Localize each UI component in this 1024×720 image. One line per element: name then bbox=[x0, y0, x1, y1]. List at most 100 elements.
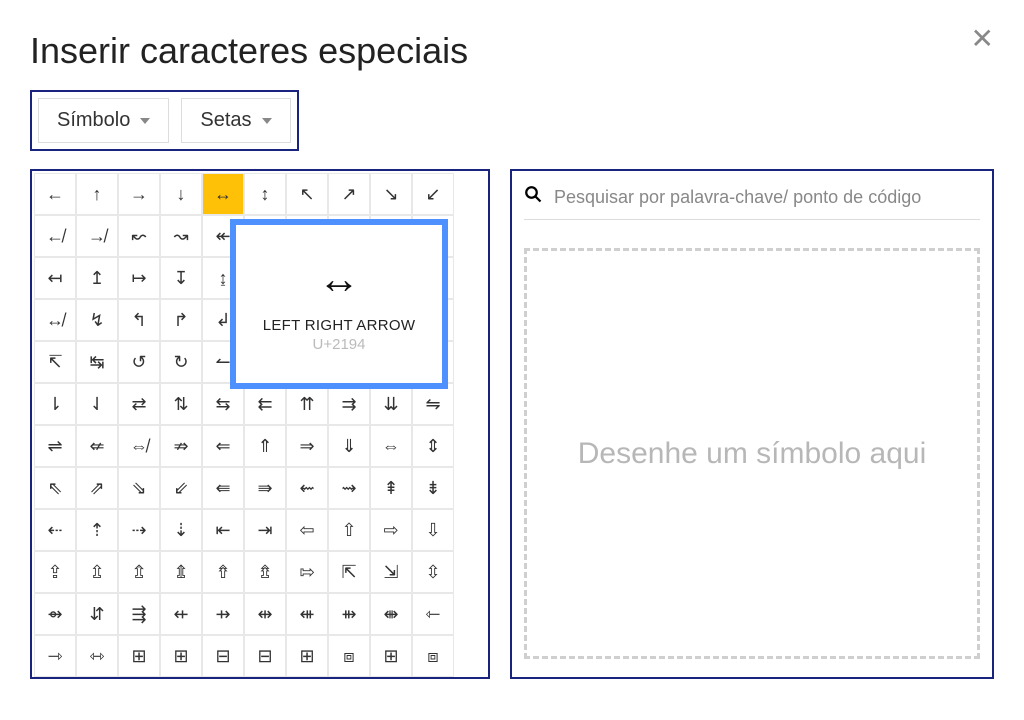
glyph-cell[interactable]: ↸ bbox=[34, 341, 76, 383]
glyph-cell[interactable]: ⇊ bbox=[370, 383, 412, 425]
glyph-cell[interactable]: ↖ bbox=[286, 173, 328, 215]
glyph-cell[interactable]: ⇦ bbox=[286, 509, 328, 551]
glyph-cell[interactable]: ⇭ bbox=[160, 551, 202, 593]
glyph-cell[interactable]: ⇿ bbox=[76, 635, 118, 677]
glyph-cell[interactable]: ⇳ bbox=[412, 551, 454, 593]
glyph-cell[interactable]: ⇽ bbox=[412, 593, 454, 635]
glyph-cell[interactable]: ⇝ bbox=[328, 467, 370, 509]
glyph-cell[interactable]: ⇟ bbox=[412, 467, 454, 509]
glyph-cell[interactable]: ⇞ bbox=[370, 467, 412, 509]
glyph-cell[interactable]: ↓ bbox=[160, 173, 202, 215]
glyph-cell[interactable]: ⇥ bbox=[244, 509, 286, 551]
close-button[interactable]: ✕ bbox=[971, 25, 994, 53]
glyph-cell[interactable]: ⇢ bbox=[118, 509, 160, 551]
glyph-cell[interactable]: ⇉ bbox=[328, 383, 370, 425]
glyph-cell[interactable]: ⇓ bbox=[328, 425, 370, 467]
glyph-cell[interactable]: ⇛ bbox=[244, 467, 286, 509]
glyph-cell[interactable]: ⊞ bbox=[118, 635, 160, 677]
glyph-cell[interactable]: ↻ bbox=[160, 341, 202, 383]
glyph-cell[interactable]: ⇒ bbox=[286, 425, 328, 467]
glyph-cell[interactable]: ⇹ bbox=[244, 593, 286, 635]
glyph-cell[interactable]: ↺ bbox=[118, 341, 160, 383]
glyph-cell[interactable]: ← bbox=[34, 173, 76, 215]
glyph-cell[interactable]: ⇗ bbox=[76, 467, 118, 509]
glyph-cell[interactable]: ⇴ bbox=[34, 593, 76, 635]
glyph-cell[interactable]: ⇺ bbox=[286, 593, 328, 635]
glyph-cell[interactable]: ⇱ bbox=[328, 551, 370, 593]
glyph-cell[interactable]: ⇌ bbox=[34, 425, 76, 467]
glyph-cell[interactable]: ⇮ bbox=[202, 551, 244, 593]
glyph-cell[interactable]: ↥ bbox=[76, 257, 118, 299]
glyph-cell[interactable]: ⇜ bbox=[286, 467, 328, 509]
glyph-cell[interactable]: ⊟ bbox=[202, 635, 244, 677]
glyph-cell[interactable]: ⇍ bbox=[76, 425, 118, 467]
glyph-cell[interactable]: ↚ bbox=[34, 215, 76, 257]
glyph-cell[interactable]: ⇘ bbox=[118, 467, 160, 509]
glyph-cell[interactable]: ⇲ bbox=[370, 551, 412, 593]
glyph-cell[interactable]: ⇷ bbox=[160, 593, 202, 635]
glyph-cell[interactable]: ⇏ bbox=[160, 425, 202, 467]
glyph-cell[interactable]: ⇰ bbox=[286, 551, 328, 593]
glyph-cell[interactable]: ⇕ bbox=[412, 425, 454, 467]
glyph-cell[interactable]: ⇧ bbox=[328, 509, 370, 551]
category-dropdown[interactable]: Símbolo bbox=[38, 98, 169, 143]
glyph-cell[interactable]: ⇯ bbox=[244, 551, 286, 593]
glyph-cell[interactable]: ⇅ bbox=[160, 383, 202, 425]
glyph-cell[interactable]: ⇃ bbox=[76, 383, 118, 425]
glyph-cell[interactable]: ↧ bbox=[160, 257, 202, 299]
glyph-cell[interactable]: ↹ bbox=[76, 341, 118, 383]
glyph-cell[interactable]: ⊟ bbox=[244, 635, 286, 677]
glyph-cell[interactable]: ⇋ bbox=[412, 383, 454, 425]
glyph-cell[interactable]: ⇔ bbox=[370, 425, 412, 467]
glyph-cell[interactable]: ⇪ bbox=[34, 551, 76, 593]
glyph-cell[interactable]: ↰ bbox=[118, 299, 160, 341]
glyph-cell[interactable]: ⇐ bbox=[202, 425, 244, 467]
glyph-cell[interactable]: ↗ bbox=[328, 173, 370, 215]
glyph-cell[interactable]: ⧈ bbox=[328, 635, 370, 677]
glyph-cell[interactable]: ⇻ bbox=[328, 593, 370, 635]
glyph-cell[interactable]: ⇖ bbox=[34, 467, 76, 509]
glyph-cell[interactable]: ⇂ bbox=[34, 383, 76, 425]
search-input[interactable] bbox=[552, 186, 980, 209]
glyph-cell[interactable]: ⇾ bbox=[34, 635, 76, 677]
subcategory-dropdown[interactable]: Setas bbox=[181, 98, 290, 143]
glyph-cell[interactable]: ↯ bbox=[76, 299, 118, 341]
glyph-cell[interactable]: ↦ bbox=[118, 257, 160, 299]
glyph-cell[interactable]: ⧈ bbox=[412, 635, 454, 677]
glyph-cell[interactable]: ⇬ bbox=[118, 551, 160, 593]
glyph-cell[interactable]: ⇩ bbox=[412, 509, 454, 551]
glyph-cell[interactable]: ↱ bbox=[160, 299, 202, 341]
glyph-cell[interactable]: ⇚ bbox=[202, 467, 244, 509]
glyph-cell[interactable]: ⇄ bbox=[118, 383, 160, 425]
glyph-cell[interactable]: ⇙ bbox=[160, 467, 202, 509]
glyph-cell[interactable]: ↑ bbox=[76, 173, 118, 215]
glyph-cell[interactable]: ⇆ bbox=[202, 383, 244, 425]
glyph-cell[interactable]: ⊞ bbox=[370, 635, 412, 677]
glyph-cell[interactable]: → bbox=[118, 173, 160, 215]
glyph-cell[interactable]: ⊞ bbox=[160, 635, 202, 677]
glyph-cell[interactable]: ⇈ bbox=[286, 383, 328, 425]
glyph-cell[interactable]: ⇤ bbox=[202, 509, 244, 551]
glyph-cell[interactable]: ↕ bbox=[244, 173, 286, 215]
glyph-cell[interactable]: ⇣ bbox=[160, 509, 202, 551]
glyph-cell[interactable]: ↮ bbox=[34, 299, 76, 341]
glyph-cell[interactable]: ⇸ bbox=[202, 593, 244, 635]
glyph-cell[interactable]: ⇇ bbox=[244, 383, 286, 425]
glyph-cell[interactable]: ⇠ bbox=[34, 509, 76, 551]
glyph-cell[interactable]: ↔ bbox=[202, 173, 244, 215]
glyph-cell[interactable]: ↘ bbox=[370, 173, 412, 215]
glyph-cell[interactable]: ⇎ bbox=[118, 425, 160, 467]
glyph-cell[interactable]: ⇵ bbox=[76, 593, 118, 635]
glyph-cell[interactable]: ⊞ bbox=[286, 635, 328, 677]
glyph-cell[interactable]: ↙ bbox=[412, 173, 454, 215]
glyph-cell[interactable]: ⇑ bbox=[244, 425, 286, 467]
draw-canvas[interactable]: Desenhe um símbolo aqui bbox=[524, 248, 980, 659]
glyph-cell[interactable]: ⇫ bbox=[76, 551, 118, 593]
glyph-cell[interactable]: ⇨ bbox=[370, 509, 412, 551]
glyph-cell[interactable]: ⇶ bbox=[118, 593, 160, 635]
glyph-cell[interactable]: ↝ bbox=[160, 215, 202, 257]
glyph-cell[interactable]: ⇡ bbox=[76, 509, 118, 551]
glyph-cell[interactable]: ↛ bbox=[76, 215, 118, 257]
glyph-cell[interactable]: ↤ bbox=[34, 257, 76, 299]
glyph-cell[interactable]: ⇼ bbox=[370, 593, 412, 635]
